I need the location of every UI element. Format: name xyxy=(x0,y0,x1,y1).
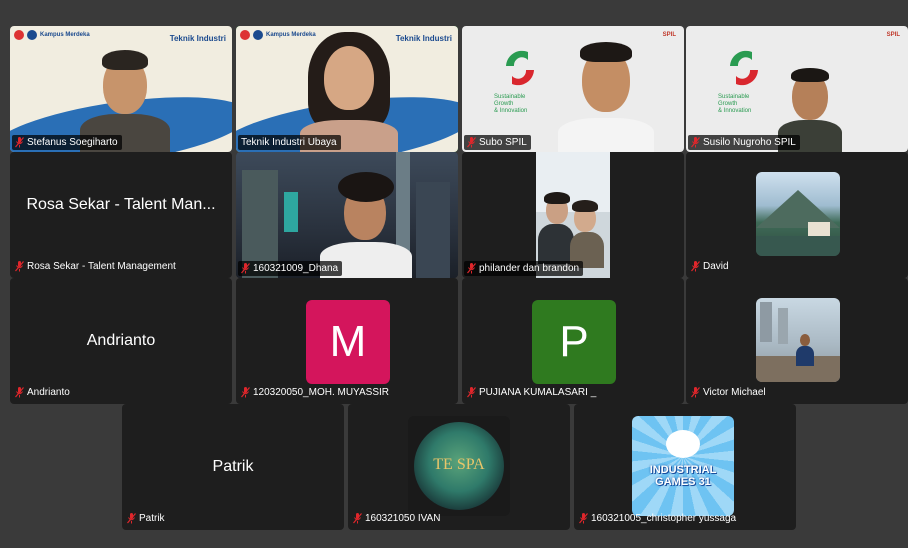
participant-name-bar: 160321050 IVAN xyxy=(350,511,444,526)
profile-photo xyxy=(536,152,610,278)
participant-name: Andrianto xyxy=(27,387,70,398)
kampus-logo-icon xyxy=(27,30,37,40)
sustainability-logo-icon xyxy=(506,50,534,86)
participant-name: PUJIANA KUMALASARI _ xyxy=(479,387,597,398)
mic-muted-icon xyxy=(15,137,24,148)
profile-logo: INDUSTRIAL GAMES 31 xyxy=(632,416,734,516)
participant-name-bar: Teknik Industri Ubaya xyxy=(238,135,341,150)
participant-name: David xyxy=(703,261,729,272)
participant-name: 160321005_christopher yussaga xyxy=(591,513,737,524)
initial-avatar: P xyxy=(532,300,616,384)
video-tile-patrik[interactable]: Patrik Patrik xyxy=(122,404,344,530)
participant-name: Rosa Sekar - Talent Management xyxy=(27,261,176,272)
video-tile-subo[interactable]: Sustainable Growth & Innovation SPIL Sub… xyxy=(462,26,684,152)
participant-name: Stefanus Soegiharto xyxy=(27,137,118,148)
video-tile-victor[interactable]: Victor Michael xyxy=(686,278,908,404)
participant-name: Subo SPIL xyxy=(479,137,527,148)
mic-muted-icon xyxy=(691,137,700,148)
participant-name: Susilo Nugroho SPIL xyxy=(703,137,796,148)
participant-display-name: Rosa Sekar - Talent Man... xyxy=(26,196,216,213)
mic-muted-icon xyxy=(467,387,476,398)
sg-line: & Innovation xyxy=(718,108,752,114)
participant-name: Patrik xyxy=(139,513,165,524)
mic-muted-icon xyxy=(579,513,588,524)
spil-mark: SPIL xyxy=(662,32,676,38)
video-tile-muyassir[interactable]: M 120320050_MOH. MUYASSIR xyxy=(236,278,458,404)
participant-name-bar: philander dan brandon xyxy=(464,261,584,276)
participant-name-bar: Victor Michael xyxy=(688,385,770,400)
participant-name-bar: Stefanus Soegiharto xyxy=(12,135,122,150)
participant-display-name: Patrik xyxy=(212,458,254,475)
logo-text: INDUSTRIAL GAMES 31 xyxy=(632,464,734,488)
mic-muted-icon xyxy=(467,263,476,274)
mic-muted-icon xyxy=(15,261,24,272)
neon-sign xyxy=(284,192,298,232)
sg-line: Growth xyxy=(494,101,514,107)
video-tile-pujiana[interactable]: P PUJIANA KUMALASARI _ xyxy=(462,278,684,404)
participant-name: 120320050_MOH. MUYASSIR xyxy=(253,387,389,398)
participant-name: 160321009_Dhana xyxy=(253,263,339,274)
profile-logo: TE SPA xyxy=(408,416,510,516)
spil-mark: SPIL xyxy=(886,32,900,38)
video-tile-david[interactable]: David xyxy=(686,152,908,278)
mic-muted-icon xyxy=(127,513,136,524)
profile-photo xyxy=(756,172,840,256)
participant-name-bar: Patrik xyxy=(124,511,169,526)
participant-name: philander dan brandon xyxy=(479,263,580,274)
video-tile-andrianto[interactable]: Andrianto Andrianto xyxy=(10,278,232,404)
mic-muted-icon xyxy=(353,513,362,524)
video-tile-christopher[interactable]: INDUSTRIAL GAMES 31 160321005_christophe… xyxy=(574,404,796,530)
initial-avatar: M xyxy=(306,300,390,384)
participant-name-bar: David xyxy=(688,259,733,274)
sg-line: Sustainable xyxy=(494,94,526,100)
participant-name-bar: Subo SPIL xyxy=(464,135,531,150)
logo-line: GAMES 31 xyxy=(655,476,711,488)
video-tile-susilo[interactable]: Sustainable Growth & Innovation SPIL Sus… xyxy=(686,26,908,152)
profile-photo xyxy=(756,298,840,382)
participant-name-bar: Susilo Nugroho SPIL xyxy=(688,135,800,150)
participant-name: Victor Michael xyxy=(703,387,766,398)
sg-line: Growth xyxy=(718,101,738,107)
participant-name: Teknik Industri Ubaya xyxy=(241,137,337,148)
kampus-logo-icon xyxy=(253,30,263,40)
mic-muted-icon xyxy=(691,261,700,272)
mic-muted-icon xyxy=(15,387,24,398)
video-tile-ivan[interactable]: TE SPA 160321050 IVAN xyxy=(348,404,570,530)
participant-name-bar: 160321005_christopher yussaga xyxy=(576,511,740,526)
sg-text: Sustainable Growth & Innovation xyxy=(494,94,527,115)
brand-text: Teknik Industri xyxy=(395,34,452,43)
video-tile-stefanus[interactable]: Kampus Merdeka Teknik Industri Stefanus … xyxy=(10,26,232,152)
video-tile-rosa[interactable]: Rosa Sekar - Talent Man... Rosa Sekar - … xyxy=(10,152,232,278)
sg-text: Sustainable Growth & Innovation xyxy=(718,94,751,115)
ubaya-logo-icon xyxy=(240,30,250,40)
sustainability-logo-icon xyxy=(730,50,758,86)
participant-name: 160321050 IVAN xyxy=(365,513,441,524)
video-tile-philander[interactable]: philander dan brandon xyxy=(462,152,684,278)
logo-text: TE SPA xyxy=(433,456,485,473)
participant-name-bar: PUJIANA KUMALASARI _ xyxy=(464,385,600,400)
building-shape xyxy=(416,182,450,278)
video-tile-dhana[interactable]: 160321009_Dhana xyxy=(236,152,458,278)
participant-name-bar: Rosa Sekar - Talent Management xyxy=(12,259,180,274)
sg-line: Sustainable xyxy=(718,94,750,100)
brand-text: Teknik Industri xyxy=(169,34,226,43)
mic-muted-icon xyxy=(467,137,476,148)
mic-muted-icon xyxy=(241,263,250,274)
mic-muted-icon xyxy=(241,387,250,398)
participant-display-name: Andrianto xyxy=(86,332,156,349)
sg-line: & Innovation xyxy=(494,108,528,114)
logo-line: INDUSTRIAL xyxy=(649,464,717,476)
participant-name-bar: Andrianto xyxy=(12,385,74,400)
mic-muted-icon xyxy=(691,387,700,398)
logo-group: Kampus Merdeka xyxy=(14,30,90,40)
ubaya-logo-icon xyxy=(14,30,24,40)
participant-name-bar: 120320050_MOH. MUYASSIR xyxy=(238,385,393,400)
participant-video-person xyxy=(558,38,654,152)
participant-name-bar: 160321009_Dhana xyxy=(238,261,343,276)
video-tile-teknik-industri[interactable]: Kampus Merdeka Teknik Industri Teknik In… xyxy=(236,26,458,152)
participant-video-person xyxy=(294,32,404,152)
logo-text: Kampus Merdeka xyxy=(40,32,90,38)
